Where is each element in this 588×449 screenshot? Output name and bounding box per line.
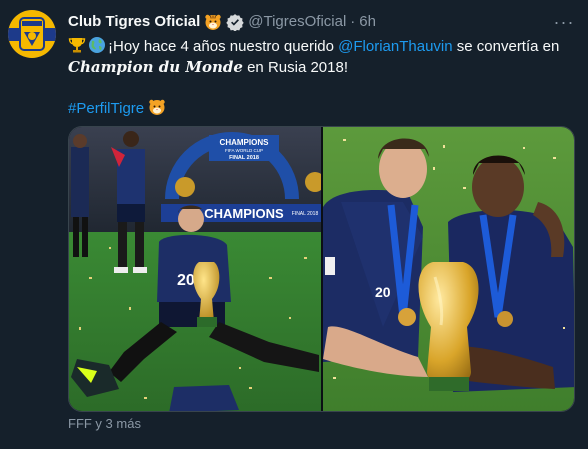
tweet-timestamp[interactable]: 6h (359, 12, 376, 32)
tweet-text-part: en Rusia 2018! (242, 59, 348, 76)
tigres-crest-icon (8, 10, 56, 58)
photo-image: 20 (323, 127, 574, 411)
tweet-text-part: se convertía en (452, 38, 560, 55)
tweet-text-line-4: #PerfilTigre (68, 98, 573, 119)
tweet-text-line-1: ¡Hoy hace 4 años nuestro querido @Floria… (68, 36, 573, 57)
tweet-header: Club Tigres Oficial @TigresOficial · 6h (68, 12, 376, 32)
banner-champions-text: CHAMPIONS (220, 138, 270, 147)
tweet[interactable]: Club Tigres Oficial @TigresOficial · 6h … (0, 0, 588, 449)
tiger-emoji-icon (204, 13, 222, 31)
styled-text: Champion du Monde (68, 58, 243, 76)
shirt-number-left: 20 (177, 272, 195, 289)
tweet-text-line-2: Champion du Monde en Rusia 2018! (68, 57, 573, 78)
more-icon[interactable]: ··· (550, 8, 578, 36)
separator-dot: · (350, 13, 356, 30)
banner-sub-text: FIFA WORLD CUP (225, 148, 263, 153)
trophy-emoji-icon (68, 36, 86, 54)
board-champions-text: CHAMPIONS (204, 206, 284, 221)
tiger-emoji-icon (148, 98, 166, 116)
mention-link[interactable]: @FlorianThauvin (338, 38, 452, 55)
tagged-users[interactable]: FFF y 3 más (68, 416, 141, 431)
avatar[interactable] (8, 10, 56, 58)
shirt-number-right: 20 (375, 284, 391, 300)
tweet-text-part: ¡Hoy hace 4 años nuestro querido (108, 38, 339, 55)
board-small-text: FINAL 2018 (292, 211, 319, 217)
tweet-text: ¡Hoy hace 4 años nuestro querido @Floria… (68, 36, 573, 119)
globe-emoji-icon (88, 36, 106, 54)
author-name[interactable]: Club Tigres Oficial (68, 12, 200, 32)
photo-thauvin-sitting[interactable]: CHAMPIONS FIFA WORLD CUP FINAL 2018 CHAM… (69, 127, 325, 411)
photo-thauvin-mbappe[interactable]: 20 (323, 127, 574, 411)
media-grid: CHAMPIONS FIFA WORLD CUP FINAL 2018 CHAM… (68, 126, 575, 412)
photo-image: CHAMPIONS FIFA WORLD CUP FINAL 2018 CHAM… (69, 127, 325, 411)
banner-final-text: FINAL 2018 (229, 155, 259, 161)
verified-badge-icon (226, 13, 244, 32)
hashtag-link[interactable]: #PerfilTigre (68, 100, 144, 117)
author-handle[interactable]: @TigresOficial (248, 12, 346, 32)
